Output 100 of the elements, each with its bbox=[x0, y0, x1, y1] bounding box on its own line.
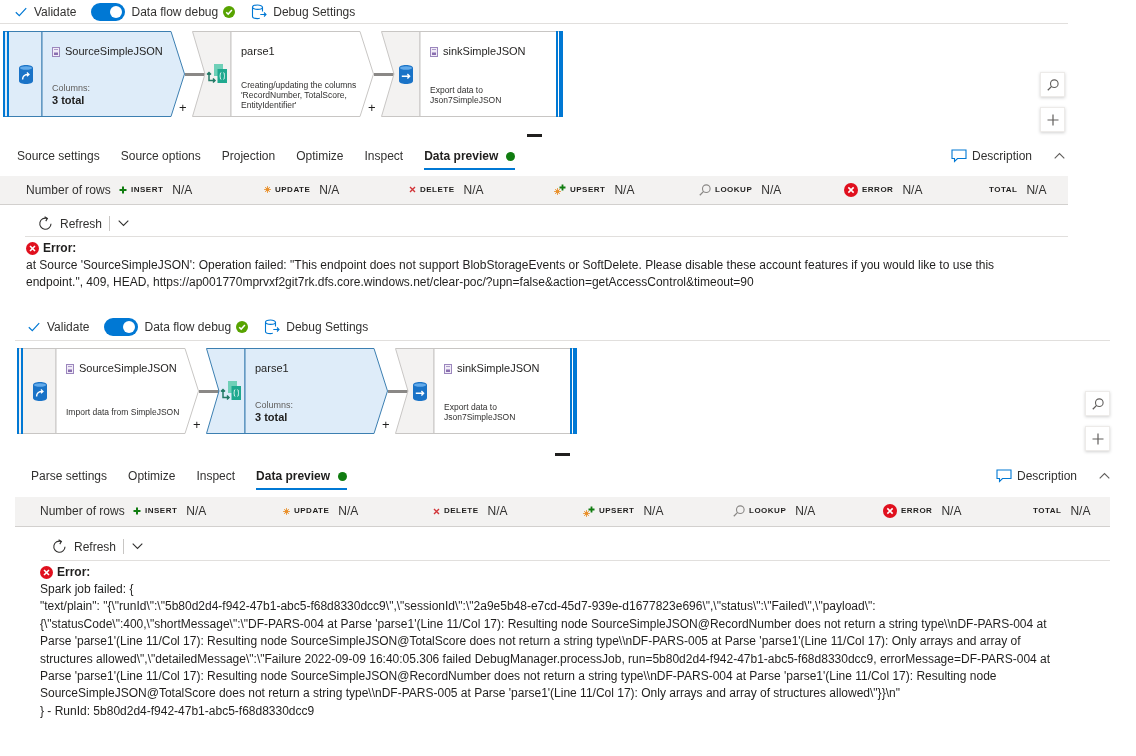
asterisk-icon bbox=[283, 508, 290, 515]
search-button[interactable] bbox=[1085, 391, 1110, 416]
tab[interactable]: Data preview bbox=[256, 461, 348, 490]
debug-settings-button[interactable]: Debug Settings bbox=[251, 3, 356, 20]
error-icon bbox=[883, 504, 897, 519]
columns-label: Columns: bbox=[52, 83, 90, 94]
validate-button[interactable]: Validate bbox=[28, 318, 90, 335]
plus-icon bbox=[119, 186, 127, 194]
speech-bubble-icon bbox=[950, 148, 967, 163]
count-label: UPSERT bbox=[599, 506, 635, 517]
count-value: N/A bbox=[902, 181, 923, 199]
asterisk-icon bbox=[264, 186, 271, 194]
columns-count: 3 total bbox=[52, 94, 85, 107]
search-button[interactable] bbox=[1040, 72, 1065, 97]
node-card[interactable] bbox=[395, 348, 577, 434]
asterisk-plus-icon bbox=[583, 506, 595, 517]
add-button[interactable]: + bbox=[193, 419, 201, 431]
node-title: parse1 bbox=[255, 362, 289, 375]
node-title: SourceSimpleJSON bbox=[65, 45, 163, 58]
document-icon bbox=[52, 46, 60, 57]
tab[interactable]: Optimize bbox=[128, 461, 176, 490]
documents-icon bbox=[219, 380, 242, 402]
chevron-up-icon bbox=[1054, 152, 1065, 159]
asterisk-plus-icon bbox=[554, 184, 566, 196]
chevron-down-icon bbox=[118, 220, 130, 227]
cross-icon bbox=[433, 508, 440, 515]
row-count-label: Number of rows bbox=[40, 503, 126, 520]
status-check-icon bbox=[223, 5, 236, 18]
count-label: DELETE bbox=[444, 506, 479, 517]
count-value: N/A bbox=[941, 503, 962, 520]
refresh-button[interactable]: Refresh bbox=[52, 538, 117, 555]
tab[interactable]: Optimize bbox=[296, 141, 344, 170]
plus-button[interactable] bbox=[1085, 426, 1110, 451]
collapse-button[interactable] bbox=[1054, 152, 1065, 159]
count-value: N/A bbox=[795, 503, 816, 520]
count-value: N/A bbox=[172, 181, 193, 199]
error-message: at Source 'SourceSimpleJSON': Operation failed: "This endpoint does not support BlobStorageEvents or SoftDelete. Please disable these account features if you would like to use this endpoint.", 409, HEAD, https://ap001770mprvxf2git7rk.dfs.core.windows.net/clear-poc/?upn=false&action=getAccessControl&timeout=90 bbox=[26, 257, 995, 290]
refresh-icon bbox=[38, 216, 53, 231]
add-button[interactable]: + bbox=[179, 102, 187, 114]
add-button[interactable]: + bbox=[382, 419, 390, 431]
count-label: TOTAL bbox=[1033, 506, 1062, 517]
validate-button[interactable]: Validate bbox=[15, 3, 77, 20]
count-label: UPDATE bbox=[275, 185, 311, 195]
tab[interactable]: Inspect bbox=[364, 141, 404, 170]
description-button[interactable]: Description bbox=[995, 466, 1077, 485]
count-label: TOTAL bbox=[989, 185, 1018, 195]
node-title: parse1 bbox=[241, 45, 275, 58]
tab[interactable]: Source settings bbox=[17, 141, 100, 170]
count-value: N/A bbox=[1026, 181, 1047, 199]
search-icon bbox=[733, 505, 745, 518]
tab[interactable]: Source options bbox=[120, 141, 201, 170]
description-button[interactable]: Description bbox=[950, 146, 1032, 165]
count-label: ERROR bbox=[862, 185, 894, 195]
count-label: LOOKUP bbox=[749, 506, 787, 517]
add-button[interactable]: + bbox=[368, 102, 376, 114]
node-card[interactable] bbox=[3, 31, 185, 117]
node-card[interactable] bbox=[381, 31, 563, 117]
node-description: Import data from SimpleJSON bbox=[66, 407, 180, 417]
plus-icon bbox=[1046, 113, 1059, 126]
resize-handle[interactable] bbox=[526, 134, 542, 137]
debug-settings-button[interactable]: Debug Settings bbox=[264, 318, 369, 335]
search-icon bbox=[1046, 78, 1059, 91]
count-label: INSERT bbox=[145, 506, 178, 517]
node-card[interactable] bbox=[206, 348, 388, 434]
speech-bubble-icon bbox=[995, 468, 1012, 483]
document-icon bbox=[444, 363, 452, 374]
dropdown-button[interactable] bbox=[132, 543, 144, 550]
dropdown-button[interactable] bbox=[118, 220, 130, 227]
toggle-switch[interactable] bbox=[91, 2, 126, 21]
plus-button[interactable] bbox=[1040, 107, 1065, 132]
tab[interactable]: Projection bbox=[221, 141, 276, 170]
resize-handle[interactable] bbox=[555, 453, 570, 456]
count-value: N/A bbox=[319, 181, 340, 199]
node-description: Export data to Json7SimpleJSON bbox=[430, 85, 503, 105]
connector-line bbox=[185, 72, 205, 76]
toggle-switch[interactable] bbox=[104, 317, 139, 336]
node-description: Export data to Json7SimpleJSON bbox=[444, 402, 517, 422]
count-value: N/A bbox=[186, 503, 207, 520]
count-value: N/A bbox=[487, 503, 508, 520]
toggle-label: Data flow debug bbox=[131, 3, 219, 20]
count-value: N/A bbox=[1070, 503, 1091, 520]
tab[interactable]: Inspect bbox=[196, 461, 236, 490]
node-card[interactable] bbox=[192, 31, 374, 117]
collapse-button[interactable] bbox=[1099, 472, 1110, 479]
count-value: N/A bbox=[614, 181, 635, 199]
tab[interactable]: Data preview bbox=[424, 141, 516, 170]
node-card[interactable] bbox=[17, 348, 199, 434]
tab[interactable]: Parse settings bbox=[31, 461, 108, 490]
error-title: Error: bbox=[43, 240, 77, 257]
columns-count: 3 total bbox=[255, 411, 288, 424]
columns-label: Columns: bbox=[255, 400, 293, 411]
refresh-button[interactable]: Refresh bbox=[38, 215, 103, 232]
toggle-label: Data flow debug bbox=[144, 318, 232, 335]
count-label: UPDATE bbox=[294, 506, 330, 517]
count-label: DELETE bbox=[420, 185, 455, 195]
count-value: N/A bbox=[463, 181, 484, 199]
plus-icon bbox=[1091, 432, 1104, 445]
check-icon bbox=[28, 321, 40, 332]
node-title: sinkSimpleJSON bbox=[457, 362, 540, 375]
count-value: N/A bbox=[761, 181, 782, 199]
